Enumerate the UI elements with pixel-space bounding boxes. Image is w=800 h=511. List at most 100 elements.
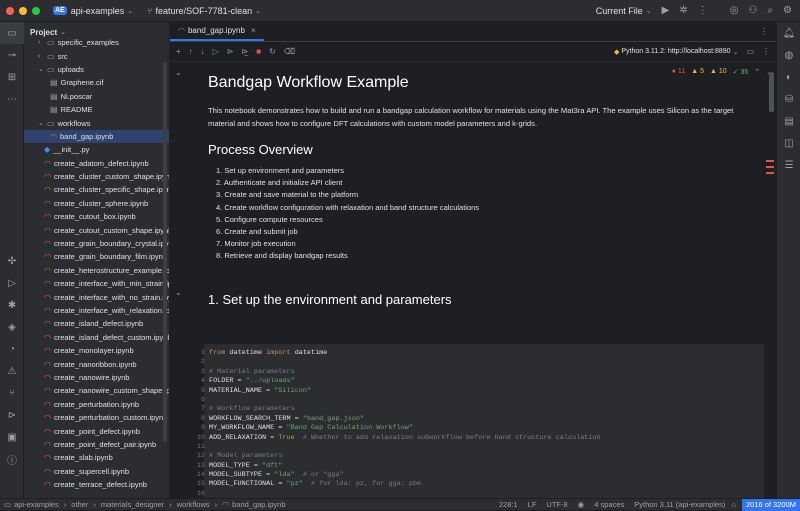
- line-separator[interactable]: LF: [528, 500, 537, 509]
- interpreter-selector[interactable]: Python 3.11 (api-examples): [634, 500, 725, 509]
- breadcrumb-item[interactable]: materials_designer: [101, 500, 164, 509]
- run-icon[interactable]: ▶: [662, 5, 670, 16]
- notifications-icon[interactable]: 🔔︎: [777, 22, 800, 44]
- tree-item[interactable]: ◠ create_terrace_defect.ipynb: [24, 478, 169, 491]
- tree-item[interactable]: ◆ __init__.py: [24, 143, 169, 156]
- tree-item[interactable]: ◠ band_gap.ipynb: [24, 129, 169, 144]
- python-packages-icon[interactable]: ◈: [0, 316, 24, 338]
- project-switcher[interactable]: AE api-examples ⌄: [53, 6, 133, 16]
- indent-setting[interactable]: 4 spaces: [594, 500, 624, 509]
- tree-item[interactable]: ◠ create_perturbation_custom.ipynb: [24, 411, 169, 424]
- variables-icon[interactable]: ▭: [746, 47, 754, 56]
- chevron-down-icon[interactable]: ⌄: [38, 119, 44, 127]
- memory-indicator[interactable]: 2016 of 3200M: [741, 498, 800, 511]
- chevron-right-icon[interactable]: ›: [38, 39, 43, 46]
- tree-item[interactable]: ◠ create_perturbation.ipynb: [24, 398, 169, 411]
- run-config-selector[interactable]: Current File ⌄: [596, 6, 652, 16]
- tree-item[interactable]: › ▭ specific_examples: [24, 36, 169, 49]
- run-cell-icon[interactable]: ▷: [213, 47, 219, 56]
- ai-assistant-icon[interactable]: ◎: [730, 5, 739, 16]
- error-marker[interactable]: [766, 172, 774, 174]
- tree-item[interactable]: ◠ create_supercell.ipynb: [24, 465, 169, 478]
- tree-item[interactable]: ◠create_interface_with_min_strain.ipynb: [24, 277, 169, 290]
- database-icon[interactable]: ⛁: [777, 88, 800, 110]
- tree-item[interactable]: ◠ create_cluster_custom_shape.ipynb: [24, 170, 169, 183]
- tab-band-gap[interactable]: ◠ band_gap.ipynb ×: [170, 21, 264, 41]
- tree-item[interactable]: ▤ Graphene.cif: [24, 76, 169, 89]
- file-encoding[interactable]: UTF-8: [546, 500, 567, 509]
- run-all-below-icon[interactable]: ⊳̲: [242, 47, 249, 56]
- tree-item[interactable]: › ▭ src: [24, 49, 169, 62]
- scroll-thumb[interactable]: [769, 72, 774, 112]
- python-console-icon[interactable]: ◔: [0, 338, 24, 360]
- vcs-icon[interactable]: ▭: [4, 500, 11, 509]
- problems-icon[interactable]: ⚠: [0, 360, 24, 382]
- search-icon[interactable]: ⌕: [767, 5, 773, 16]
- ai-chat-icon[interactable]: ◍: [777, 44, 800, 66]
- maximize-window-button[interactable]: [32, 6, 40, 15]
- stop-icon[interactable]: ■: [256, 47, 261, 56]
- tree-item[interactable]: ◠ create_cluster_specific_shape.ipynb: [24, 183, 169, 196]
- chevron-down-icon[interactable]: ⌄: [60, 28, 66, 36]
- tree-item[interactable]: ◠ create_monolayer.ipynb: [24, 344, 169, 357]
- chevron-right-icon[interactable]: ›: [38, 53, 43, 60]
- commit-icon[interactable]: ⊸: [0, 44, 24, 66]
- tree-item[interactable]: ◠ create_point_defect_pair.ipynb: [24, 438, 169, 451]
- move-down-icon[interactable]: ↓: [201, 47, 205, 56]
- jupyter-icon[interactable]: ◐: [777, 66, 800, 88]
- more-icon[interactable]: ⋮: [762, 47, 770, 56]
- cursor-position[interactable]: 228:1: [499, 500, 518, 509]
- code-cell[interactable]: 1 from datetime import datetime 2 3 # Materi…: [197, 344, 764, 498]
- tree-item[interactable]: ◠ create_cutout_custom_shape.ipynb: [24, 223, 169, 236]
- structure-icon[interactable]: ⊞: [0, 66, 24, 88]
- tab-actions-icon[interactable]: ⋮: [752, 21, 776, 41]
- project-scrollbar[interactable]: [163, 62, 167, 442]
- debug-tool-icon[interactable]: ✱: [0, 294, 24, 316]
- tree-item[interactable]: ◠create_nanowire_custom_shape.ipynb: [24, 384, 169, 397]
- more-icon[interactable]: ⋮: [698, 5, 708, 16]
- run-tool-icon[interactable]: ▷: [0, 272, 24, 294]
- tree-item[interactable]: ◠ create_nanoribbon.ipynb: [24, 357, 169, 370]
- lock-icon[interactable]: ⌂: [731, 500, 736, 509]
- tree-item[interactable]: ◠create_interface_with_relaxation.ipynb: [24, 304, 169, 317]
- collapse-cell-icon[interactable]: ⌄: [175, 68, 182, 77]
- version-control-icon[interactable]: ⑂: [0, 382, 24, 404]
- run-all-icon[interactable]: ⊳: [227, 47, 234, 56]
- breadcrumb-item[interactable]: api-examples: [14, 500, 59, 509]
- restart-kernel-icon[interactable]: ↻: [269, 47, 276, 56]
- editor-scrollbar[interactable]: [766, 66, 774, 496]
- tree-item[interactable]: ▤ Ni.poscar: [24, 90, 169, 103]
- kernel-selector[interactable]: ◆ Python 3.11.2: http://localhost:8890 ⌄: [614, 48, 739, 56]
- breadcrumb-item[interactable]: band_gap.ipynb: [232, 500, 285, 509]
- tree-item[interactable]: ◠ create_grain_boundary_crystal.ipynb: [24, 237, 169, 250]
- markdown-cell[interactable]: Bandgap Workflow Example This notebook d…: [208, 74, 748, 263]
- branch-switcher[interactable]: ⑂ feature/SOF-7781-clean ⌄: [147, 6, 261, 16]
- minimize-window-button[interactable]: [19, 6, 27, 15]
- debug-icon[interactable]: ✲: [679, 5, 687, 16]
- tree-item[interactable]: ◠ create_adatom_defect.ipynb: [24, 157, 169, 170]
- tree-item[interactable]: ◠ create_slab.ipynb: [24, 451, 169, 464]
- project-tool-icon[interactable]: ▭: [0, 22, 24, 44]
- tree-item[interactable]: ◠ create_point_defect.ipynb: [24, 424, 169, 437]
- terminal-icon[interactable]: ▣: [0, 426, 24, 448]
- markdown-cell[interactable]: 1. Set up the environment and parameters: [208, 292, 748, 307]
- breadcrumb-item[interactable]: workflows: [177, 500, 210, 509]
- tree-item[interactable]: ◠ create_island_defect_custom.ipynb: [24, 331, 169, 344]
- more-tools-icon[interactable]: ⋯: [0, 88, 24, 110]
- add-cell-icon[interactable]: +: [176, 47, 181, 56]
- breadcrumb-item[interactable]: other: [71, 500, 88, 509]
- sciview-icon[interactable]: ▤: [777, 110, 800, 132]
- add-user-icon[interactable]: ⚇: [748, 5, 757, 16]
- tree-item[interactable]: ◠ create_interface_with_no_strain.ipynb: [24, 290, 169, 303]
- error-marker[interactable]: [766, 160, 774, 162]
- run-config-tool-icon[interactable]: ⊳: [0, 404, 24, 426]
- error-marker[interactable]: [766, 166, 774, 168]
- services-icon[interactable]: ✣: [0, 250, 24, 272]
- collapse-cell-icon[interactable]: ⌄: [175, 288, 182, 297]
- problems-list-icon[interactable]: ⓘ: [0, 448, 24, 470]
- tree-item[interactable]: ◠ create_grain_boundary_film.ipynb: [24, 250, 169, 263]
- chevron-down-icon[interactable]: ⌄: [38, 65, 44, 73]
- close-window-button[interactable]: [6, 6, 14, 15]
- layers-icon[interactable]: ☰: [777, 154, 800, 176]
- code-editor[interactable]: 1 from datetime import datetime 2 3 # Materi…: [197, 349, 601, 498]
